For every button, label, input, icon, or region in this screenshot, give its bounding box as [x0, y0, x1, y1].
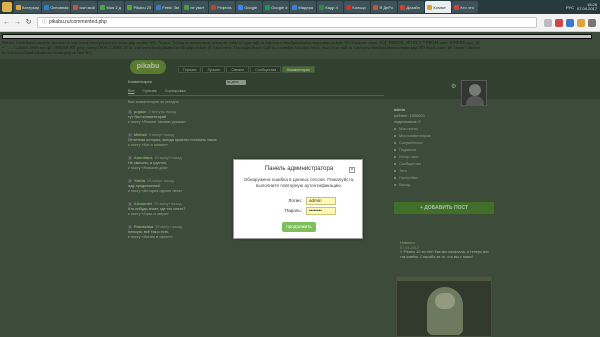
- clock[interactable]: 15:25 07.04.2017: [577, 3, 597, 11]
- tab-label: Дизайн: [406, 4, 420, 10]
- menu-icon[interactable]: [588, 18, 596, 27]
- browser-tab[interactable]: Основная: [42, 1, 71, 13]
- dialog-message: Обнаружена ошибка в данных сессии. Пожал…: [243, 177, 355, 188]
- tab-favicon-icon: [238, 4, 244, 10]
- tab-label: Кадр 4: [325, 4, 338, 10]
- browser-tab[interactable]: Дизайн: [398, 1, 425, 13]
- tab-favicon-icon: [44, 4, 50, 10]
- browser-tab[interactable]: Google: [236, 1, 263, 13]
- tab-favicon-icon: [400, 4, 406, 10]
- tab-favicon-icon: [292, 4, 298, 10]
- language-indicator[interactable]: РУС: [566, 5, 574, 10]
- browser-tab[interactable]: Комме: [425, 1, 452, 13]
- tab-favicon-icon: [211, 4, 217, 10]
- login-field[interactable]: admin: [306, 197, 336, 205]
- tab-label: не умст: [190, 4, 205, 10]
- address-bar[interactable]: ⓘ pikabu.ru/commented.php: [37, 17, 537, 28]
- browser-tab[interactable]: Pikabu 20: [125, 1, 154, 13]
- tab-favicon-icon: [319, 4, 325, 10]
- extension-icon[interactable]: [577, 18, 585, 27]
- tab-favicon-icon: [100, 4, 106, 10]
- browser-tab[interactable]: Катерьяр: [14, 1, 42, 13]
- tab-favicon-icon: [73, 4, 79, 10]
- browser-tab[interactable]: Feed: Эм: [154, 1, 182, 13]
- browser-tab[interactable]: Моя 2 д: [98, 1, 125, 13]
- browser-toolbar: ← → ↻ ⓘ pikabu.ru/commented.php: [0, 14, 600, 32]
- browser-tab[interactable]: Я ДеРо: [371, 1, 398, 13]
- system-tray: РУС 15:25 07.04.2017: [566, 3, 600, 11]
- folder-icon[interactable]: [2, 2, 12, 12]
- tab-favicon-icon: [373, 4, 379, 10]
- clock-date: 07.04.2017: [576, 6, 597, 11]
- tab-label: Google: [244, 4, 258, 10]
- tab-label: Основная: [50, 4, 69, 10]
- tab-label: Кольцо: [352, 4, 366, 10]
- browser-tab[interactable]: Кто что: [452, 1, 479, 13]
- extension-icon[interactable]: [566, 18, 574, 27]
- dialog-title: Панель администратора: [264, 166, 334, 172]
- tab-label: сын мой: [79, 4, 95, 10]
- browser-tab[interactable]: не умст: [182, 1, 209, 13]
- tab-favicon-icon: [156, 4, 162, 10]
- tab-favicon-icon: [127, 4, 133, 10]
- bookmark-star-icon[interactable]: [544, 18, 552, 27]
- reload-icon[interactable]: ↻: [24, 18, 33, 27]
- password-field[interactable]: ••••••••: [306, 207, 336, 215]
- tab-label: Pikabu 20: [133, 4, 152, 10]
- tab-label: Feed: Эм: [162, 4, 180, 10]
- browser-tab[interactable]: сын мой: [71, 1, 98, 13]
- extension-icon[interactable]: [555, 18, 563, 27]
- tab-favicon-icon: [265, 4, 271, 10]
- tab-label: Google d: [271, 4, 288, 10]
- close-icon[interactable]: ×: [349, 167, 355, 173]
- tab-label: Projects: [217, 4, 232, 10]
- tab-favicon-icon: [346, 4, 352, 10]
- tab-label: Катерьяр: [22, 4, 40, 10]
- password-label: Пароль:: [284, 208, 302, 213]
- tab-favicon-icon: [427, 4, 433, 10]
- tab-strip: Катерьяр Основная сын мой Моя 2 д Pikabu 20 F…: [0, 0, 600, 14]
- page-info-icon[interactable]: ⓘ: [42, 18, 47, 27]
- forward-icon[interactable]: →: [13, 18, 22, 27]
- tab-label: Кто что: [460, 4, 474, 10]
- continue-button[interactable]: продолжить: [282, 222, 316, 232]
- url-text: pikabu.ru/commented.php: [49, 19, 107, 25]
- extensions: [541, 18, 596, 27]
- tab-label: Комме: [433, 4, 446, 10]
- tab-label: Мадера: [298, 4, 314, 10]
- browser-tab[interactable]: Кольцо: [344, 1, 371, 13]
- tab-favicon-icon: [16, 4, 21, 10]
- browser-tab[interactable]: Кадр 4: [317, 1, 344, 13]
- admin-auth-dialog: Панель администратора × Обнаружена ошибк…: [233, 159, 363, 239]
- tab-favicon-icon: [454, 4, 460, 10]
- back-icon[interactable]: ←: [2, 18, 11, 27]
- browser-tab[interactable]: Projects: [209, 1, 236, 13]
- tab-label: Моя 2 д: [106, 4, 122, 10]
- tab-favicon-icon: [184, 4, 190, 10]
- browser-tab[interactable]: Google d: [263, 1, 290, 13]
- browser-tab[interactable]: Мадера: [290, 1, 317, 13]
- login-label: Логин:: [288, 198, 302, 203]
- tab-label: Я ДеРо: [379, 4, 394, 10]
